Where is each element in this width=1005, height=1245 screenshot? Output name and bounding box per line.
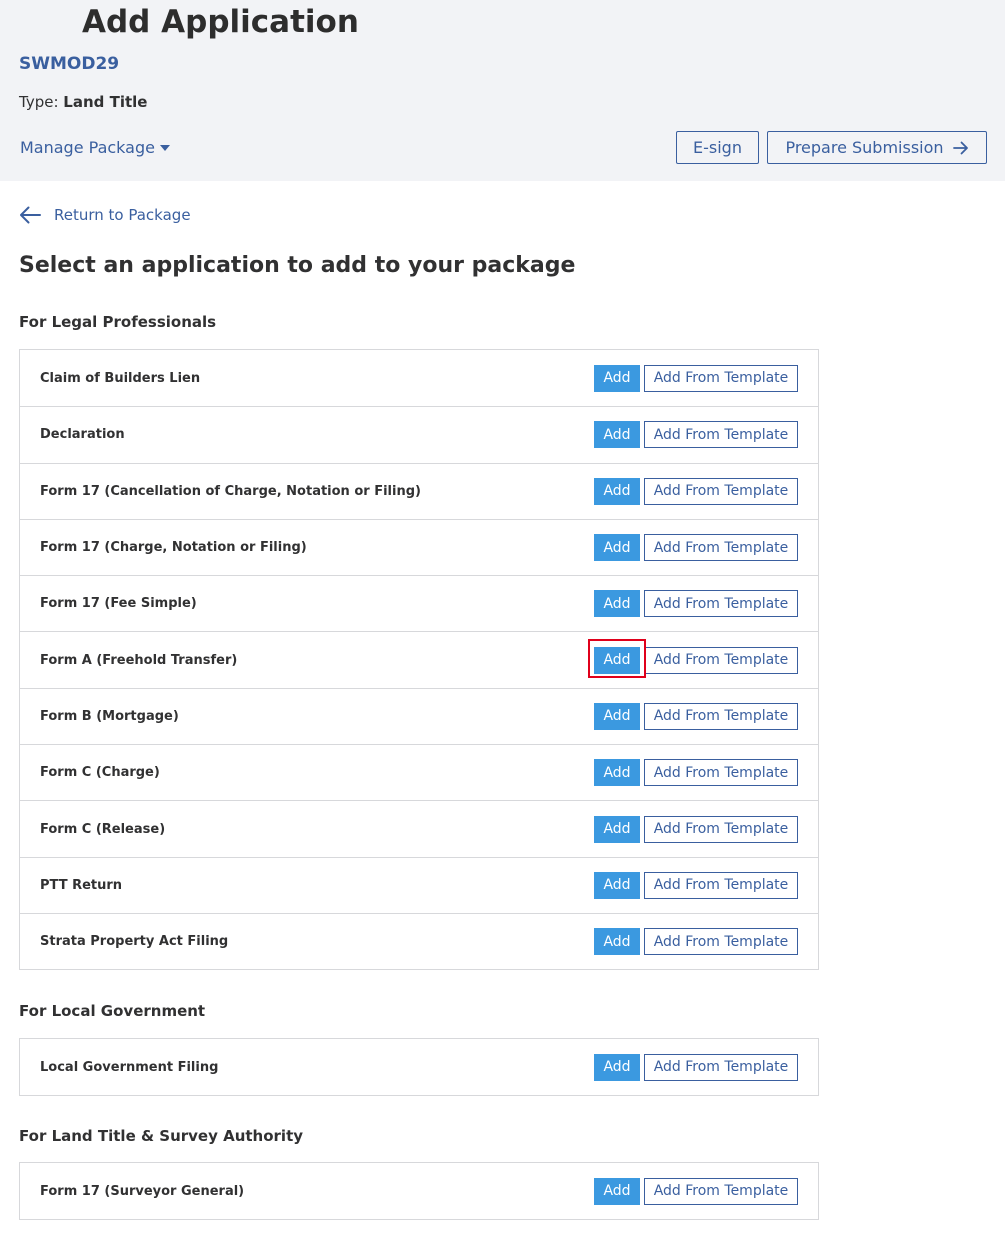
- add-button[interactable]: Add: [594, 759, 640, 787]
- application-row: Form 17 (Cancellation of Charge, Notatio…: [20, 462, 818, 519]
- add-from-template-button[interactable]: Add From Template: [644, 1053, 798, 1081]
- group-title: For Local Government: [19, 1002, 206, 1020]
- application-row: Form 17 (Fee Simple) Add Add From Template: [20, 575, 818, 631]
- package-name: SWMOD29: [19, 54, 120, 74]
- application-name: PTT Return: [40, 877, 123, 893]
- add-from-template-button[interactable]: Add From Template: [644, 364, 798, 392]
- application-name: Form C (Charge): [40, 765, 160, 781]
- add-button[interactable]: Add: [594, 928, 640, 956]
- application-name: Form B (Mortgage): [40, 708, 179, 724]
- add-from-template-button[interactable]: Add From Template: [644, 928, 798, 956]
- application-list: Local Government Filing Add Add From Templ…: [19, 1038, 819, 1097]
- add-button[interactable]: Add: [594, 871, 640, 899]
- application-row: Strata Property Act Filing Add Add From Te…: [20, 912, 818, 969]
- application-name: Form C (Release): [40, 821, 166, 837]
- application-name: Form A (Freehold Transfer): [40, 652, 238, 668]
- add-from-template-button[interactable]: Add From Template: [644, 815, 798, 843]
- application-name: Form 17 (Surveyor General): [40, 1183, 245, 1199]
- add-button[interactable]: Add: [594, 1053, 640, 1081]
- application-list: Claim of Builders Lien Add Add From Templa…: [19, 349, 819, 971]
- add-from-template-button[interactable]: Add From Template: [644, 1177, 798, 1205]
- arrow-right-icon: [952, 141, 968, 154]
- arrow-left-icon: [20, 206, 41, 224]
- add-button[interactable]: Add: [594, 421, 640, 449]
- add-from-template-button[interactable]: Add From Template: [644, 534, 798, 562]
- caret-down-icon: [159, 144, 170, 151]
- application-name: Form 17 (Charge, Notation or Filing): [40, 540, 307, 556]
- add-from-template-button[interactable]: Add From Template: [644, 477, 798, 505]
- esign-button[interactable]: E-sign: [676, 131, 759, 164]
- application-row: Form B (Mortgage) Add Add From Template: [20, 687, 818, 744]
- application-name: Local Government Filing: [40, 1059, 219, 1075]
- add-from-template-button[interactable]: Add From Template: [644, 759, 798, 787]
- return-to-package-link[interactable]: Return to Package: [19, 206, 191, 224]
- add-button[interactable]: Add: [594, 477, 640, 505]
- type-value: Land Title: [63, 93, 148, 111]
- prepare-submission-button[interactable]: Prepare Submission: [767, 131, 987, 164]
- add-button[interactable]: Add: [594, 1177, 640, 1205]
- application-name: Declaration: [40, 427, 125, 443]
- prepare-submission-label: Prepare Submission: [785, 138, 944, 157]
- application-name: Form 17 (Cancellation of Charge, Notatio…: [40, 483, 421, 499]
- page-title: Add Application: [82, 4, 359, 40]
- application-row: Form 17 (Charge, Notation or Filing) Add A…: [20, 518, 818, 575]
- manage-package-label: Manage Package: [20, 138, 155, 157]
- application-row: Form 17 (Surveyor General) Add Add From Te…: [20, 1163, 818, 1219]
- section-heading: Select an application to add to your pac…: [19, 253, 576, 278]
- add-button[interactable]: Add: [594, 815, 640, 843]
- add-from-template-button[interactable]: Add From Template: [644, 702, 798, 730]
- application-name: Claim of Builders Lien: [40, 370, 201, 386]
- esign-label: E-sign: [693, 138, 742, 157]
- add-from-template-button[interactable]: Add From Template: [644, 421, 798, 449]
- add-from-template-button[interactable]: Add From Template: [644, 871, 798, 899]
- group-title: For Land Title & Survey Authority: [19, 1127, 304, 1145]
- add-button[interactable]: Add: [594, 702, 640, 730]
- add-from-template-button[interactable]: Add From Template: [644, 590, 798, 618]
- group-title: For Legal Professionals: [19, 313, 217, 331]
- application-row: Claim of Builders Lien Add Add From Templa…: [20, 350, 818, 406]
- add-button[interactable]: Add: [594, 364, 640, 392]
- page-header: Add Application SWMOD29 Type: Land Title…: [0, 0, 1005, 181]
- add-button[interactable]: Add: [594, 590, 640, 618]
- application-list: Form 17 (Surveyor General) Add Add From Te…: [19, 1162, 819, 1221]
- application-row: Form C (Release) Add Add From Template: [20, 800, 818, 856]
- package-type: Type: Land Title: [19, 93, 147, 111]
- type-label: Type:: [19, 93, 59, 111]
- application-row: Form C (Charge) Add Add From Template: [20, 744, 818, 800]
- application-row: Local Government Filing Add Add From Templ…: [20, 1039, 818, 1095]
- add-button[interactable]: Add: [594, 646, 640, 674]
- application-row: Form A (Freehold Transfer) Add Add From Te…: [20, 631, 818, 687]
- application-row: PTT Return Add Add From Template: [20, 856, 818, 913]
- manage-package-dropdown[interactable]: Manage Package: [20, 138, 170, 157]
- application-name: Strata Property Act Filing: [40, 934, 229, 950]
- add-from-template-button[interactable]: Add From Template: [644, 646, 798, 674]
- return-label: Return to Package: [54, 206, 191, 224]
- add-button[interactable]: Add: [594, 534, 640, 562]
- application-name: Form 17 (Fee Simple): [40, 596, 197, 612]
- application-row: Declaration Add Add From Template: [20, 406, 818, 462]
